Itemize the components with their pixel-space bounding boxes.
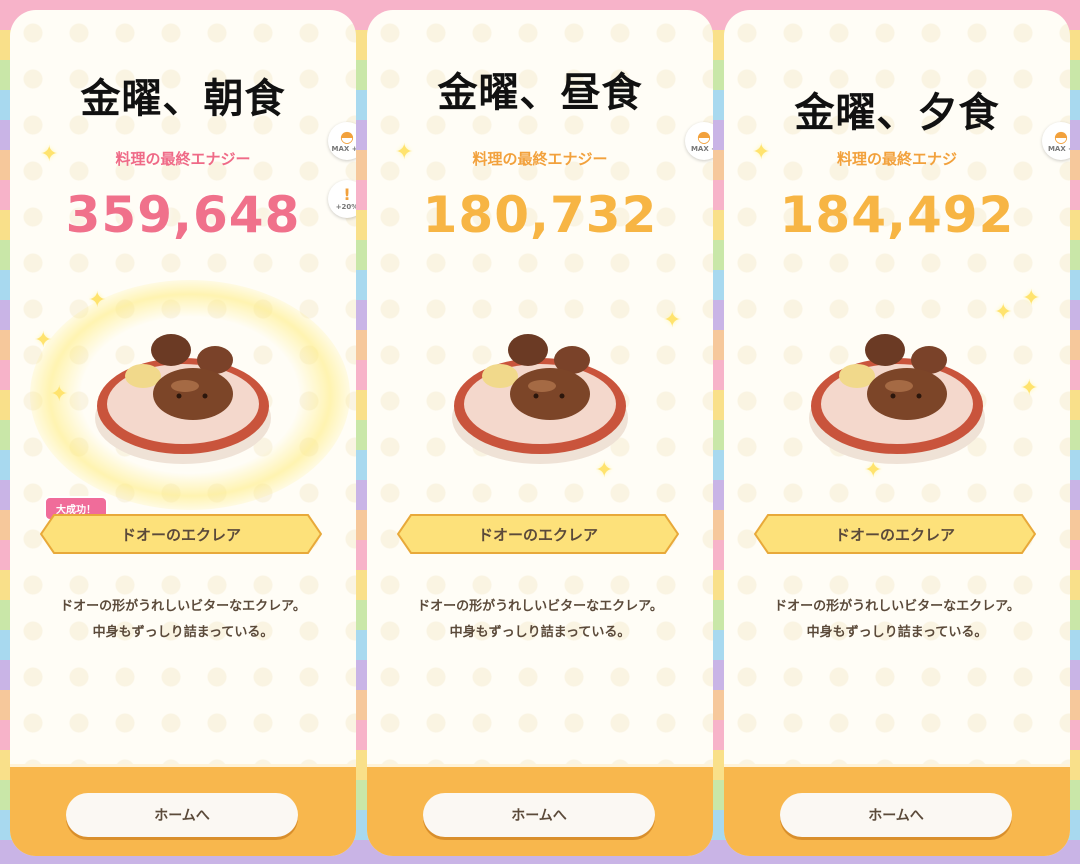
- sparkle-icon: ✦: [1022, 286, 1041, 311]
- dish-description: ドオーの形がうれしいビターなエクレア。 中身もずっしり詰まっている。: [367, 594, 713, 646]
- meal-title: 金曜、朝食: [80, 76, 286, 122]
- meal-title: 金曜、夕食: [794, 90, 1000, 136]
- energy-label: 料理の最終エナジー: [115, 150, 251, 168]
- dish-name: ドオーのエクレア: [477, 526, 598, 544]
- dish-description: ドオーの形がうれしいビターなエクレア。 中身もずっしり詰まっている。: [10, 594, 356, 646]
- dish-description: ドオーの形がうれしいビターなエクレア。 中身もずっしり詰まっている。: [724, 594, 1070, 646]
- energy-value: 359,648: [65, 186, 301, 244]
- description-line: 中身もずっしり詰まっている。: [806, 625, 988, 640]
- sparkle-icon: ✦: [994, 300, 1013, 325]
- footer-bar: ホームへ: [10, 764, 356, 856]
- sparkle-icon: ✦: [34, 328, 53, 353]
- energy-value: 184,492: [779, 186, 1015, 244]
- home-button[interactable]: ホームへ: [423, 793, 655, 837]
- result-screen-lunch: 金曜、昼食 ◓ MAX + 料理の最終エナジー 180,732 ✦ ✦ ✦ ✦ …: [367, 10, 713, 856]
- dish-name-banner: ドオーのエクレア: [754, 514, 1036, 554]
- cooking-pot-icon: ◓: [697, 127, 711, 146]
- description-line: ドオーの形がうれしいビターなエクレア。: [774, 599, 1020, 614]
- footer-bar: ホームへ: [724, 764, 1070, 856]
- sparkle-icon: ✦: [50, 382, 69, 407]
- sparkle-icon: ✦: [1020, 376, 1039, 401]
- eclair-dish-icon: [452, 334, 628, 464]
- eclair-dish-icon: [95, 334, 271, 464]
- cooking-pot-icon: ◓: [1054, 127, 1068, 146]
- eclair-dish-icon: [809, 334, 985, 464]
- sparkle-icon: ✦: [752, 140, 771, 165]
- home-button[interactable]: ホームへ: [780, 793, 1012, 837]
- dish-name-banner: ドオーのエクレア: [397, 514, 679, 554]
- footer-bar: ホームへ: [367, 764, 713, 856]
- energy-label: 料理の最終エナジ: [836, 150, 957, 168]
- description-line: 中身もずっしり詰まっている。: [449, 625, 631, 640]
- description-line: 中身もずっしり詰まっている。: [92, 625, 274, 640]
- dish-name-banner: ドオーのエクレア: [40, 514, 322, 554]
- description-line: ドオーの形がうれしいビターなエクレア。: [60, 599, 306, 614]
- sparkle-icon: ✦: [40, 142, 59, 167]
- result-screen-breakfast: 金曜、朝食 ◓ MAX +9 ! +20% 料理の最終エナジー 359,648 …: [10, 10, 356, 856]
- meal-title: 金曜、昼食: [437, 70, 643, 116]
- dish-name: ドオーのエクレア: [834, 526, 955, 544]
- sparkle-icon: ✦: [395, 140, 414, 165]
- description-line: ドオーの形がうれしいビターなエクレア。: [417, 599, 663, 614]
- cooking-pot-icon: ◓: [340, 127, 354, 146]
- energy-label: 料理の最終エナジー: [472, 150, 608, 168]
- result-screen-dinner: 金曜、夕食 ◓ MAX + 料理の最終エナジ 184,492 ✦ ✦ ✦ ✦ ✦…: [724, 10, 1070, 856]
- dish-name: ドオーのエクレア: [120, 526, 241, 544]
- sparkle-icon: ✦: [663, 308, 682, 333]
- energy-value: 180,732: [422, 186, 658, 244]
- home-button[interactable]: ホームへ: [66, 793, 298, 837]
